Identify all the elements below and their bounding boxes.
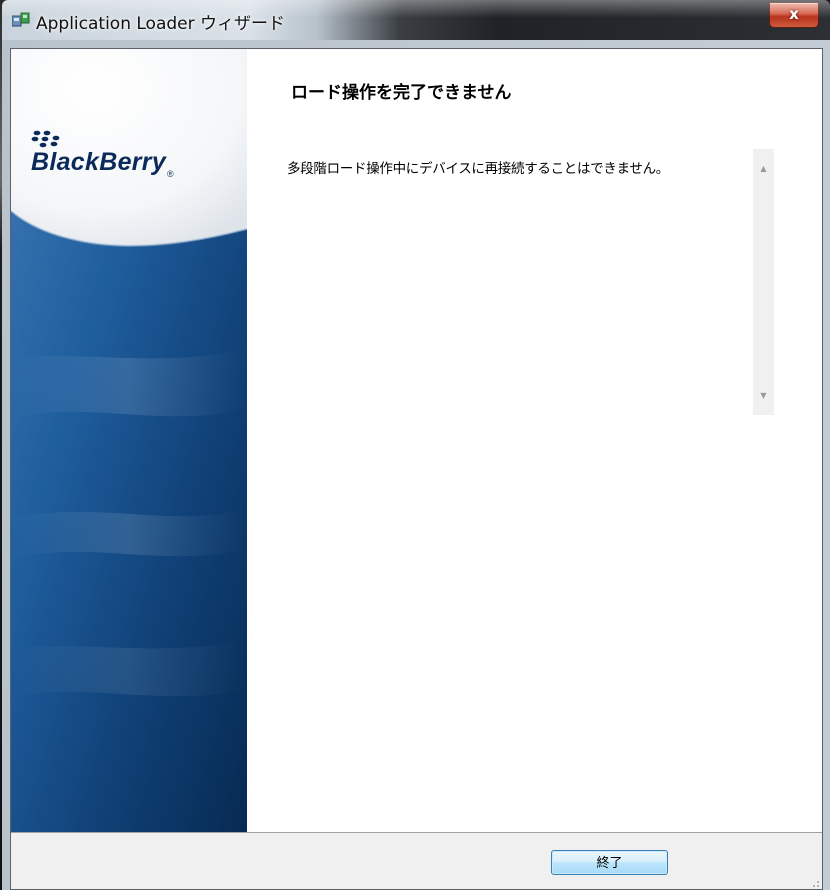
vertical-scrollbar[interactable]: ▲ ▼ (753, 149, 774, 415)
window-title: Application Loader ウィザード (36, 14, 286, 34)
resize-grip-icon[interactable] (808, 876, 820, 888)
page-title: ロード操作を完了できません (291, 83, 512, 103)
error-message: 多段階ロード操作中にデバイスに再接続することはできません。 (287, 161, 669, 177)
message-textbox[interactable]: 多段階ロード操作中にデバイスに再接続することはできません。 ▲ ▼ (283, 149, 779, 415)
title-bar[interactable]: Application Loader ウィザード x (2, 0, 830, 40)
registered-mark: ® (167, 169, 174, 179)
close-button[interactable]: x (769, 2, 819, 28)
blackberry-banner: BlackBerry® (11, 49, 247, 832)
scroll-up-icon[interactable]: ▲ (753, 160, 774, 178)
button-bar: 終了 (11, 832, 822, 889)
wizard-window: Application Loader ウィザード x BlackBerry® ロ… (2, 0, 830, 890)
blackberry-wordmark: BlackBerry (31, 148, 167, 176)
blackberry-logo-icon (31, 130, 60, 148)
finish-button[interactable]: 終了 (551, 850, 668, 875)
scroll-down-icon[interactable]: ▼ (753, 387, 774, 405)
close-icon: x (789, 5, 799, 23)
window-frame: BlackBerry® ロード操作を完了できません 多段階ロード操作中にデバイス… (2, 40, 830, 890)
application-loader-icon (12, 12, 30, 27)
wizard-client-area: BlackBerry® ロード操作を完了できません 多段階ロード操作中にデバイス… (10, 48, 823, 890)
blackberry-logo: BlackBerry® (31, 130, 174, 179)
